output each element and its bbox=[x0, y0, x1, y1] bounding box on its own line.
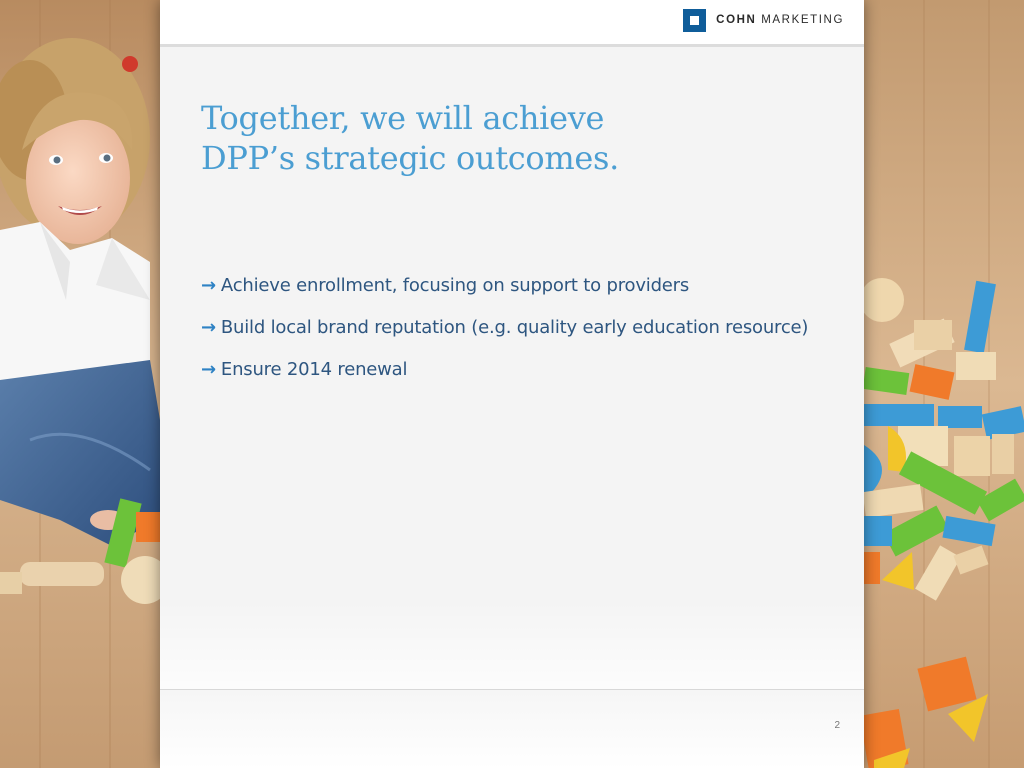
footer-fade bbox=[160, 600, 864, 689]
toy-blocks-photo bbox=[864, 0, 1024, 768]
slide-title: Together, we will achieve DPP’s strategi… bbox=[201, 98, 821, 178]
arrow-right-icon: → bbox=[201, 274, 216, 296]
logo-text: COHN MARKETING bbox=[716, 14, 844, 26]
logo-text-bold: COHN bbox=[716, 14, 757, 26]
bullet-text: Achieve enrollment, focusing on support … bbox=[220, 274, 690, 296]
slide-header: COHN MARKETING bbox=[160, 0, 864, 47]
page-number: 2 bbox=[834, 720, 840, 731]
slide-title-line-1: Together, we will achieve bbox=[201, 99, 605, 137]
bullet-item: → Build local brand reputation (e.g. qua… bbox=[201, 306, 808, 348]
bullet-item: → Achieve enrollment, focusing on suppor… bbox=[201, 264, 808, 306]
logo-text-regular: MARKETING bbox=[761, 14, 844, 26]
cohn-marketing-logo: COHN MARKETING bbox=[683, 8, 844, 32]
presentation-canvas: COHN MARKETING Together, we will achieve… bbox=[0, 0, 1024, 768]
slide: COHN MARKETING Together, we will achieve… bbox=[160, 0, 864, 768]
bullet-item: → Ensure 2014 renewal bbox=[201, 348, 808, 390]
bullet-text: Ensure 2014 renewal bbox=[220, 358, 408, 380]
slide-title-line-2: DPP’s strategic outcomes. bbox=[201, 139, 620, 177]
arrow-right-icon: → bbox=[201, 358, 216, 380]
slide-footer: 2 bbox=[160, 689, 864, 768]
child-photo bbox=[0, 0, 160, 768]
bullet-text: Build local brand reputation (e.g. quali… bbox=[220, 316, 809, 338]
bullet-list: → Achieve enrollment, focusing on suppor… bbox=[201, 264, 808, 390]
logo-square-icon bbox=[683, 8, 707, 32]
arrow-right-icon: → bbox=[201, 316, 216, 338]
